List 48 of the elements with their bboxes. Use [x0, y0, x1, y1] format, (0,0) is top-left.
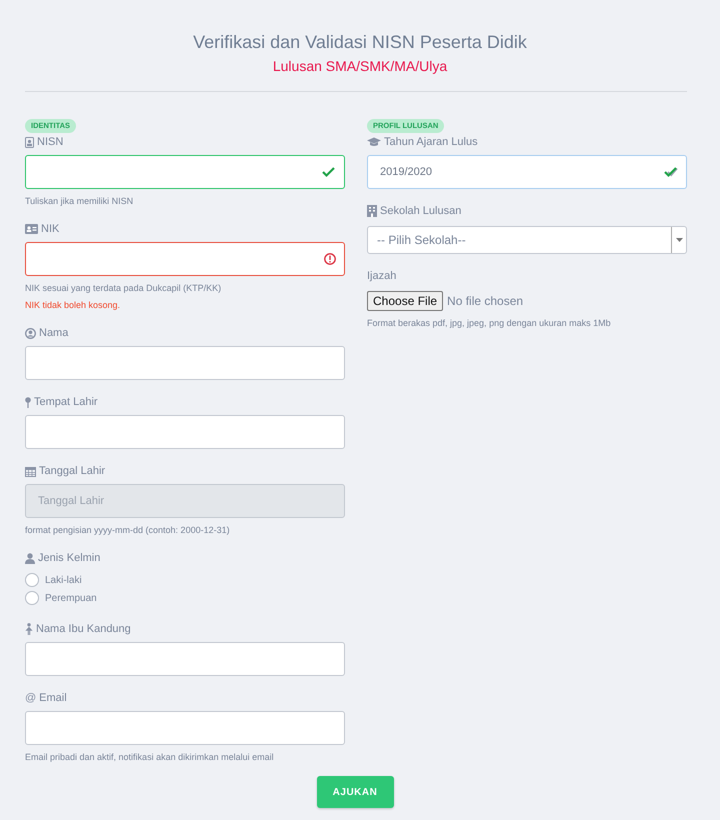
- help-text: format pengisian yyyy-mm-dd (contoh: 2000-12-31): [25, 524, 231, 536]
- help-text: NIK sesuai yang terdata pada Dukcapil (KTP/KK): [25, 282, 222, 294]
- pin-icon: [25, 396, 31, 408]
- input-field[interactable]: 2019/2020: [367, 155, 687, 189]
- page-subtitle: Lulusan SMA/SMK/MA/Ulya: [272, 57, 448, 75]
- graduation-cap-icon: [367, 137, 381, 147]
- field-label: Sekolah Lulusan: [380, 205, 462, 217]
- choose-file-button[interactable]: Choose File: [367, 291, 444, 311]
- female-figure-icon: [25, 623, 33, 635]
- input-field[interactable]: [25, 155, 345, 189]
- error-message: NIK tidak boleh kosong.: [25, 299, 122, 311]
- input-field[interactable]: [25, 346, 345, 380]
- input-field: Tanggal Lahir: [25, 484, 345, 518]
- radio-button[interactable]: [25, 591, 39, 605]
- input-field[interactable]: [25, 642, 345, 676]
- file-status: No file chosen: [447, 294, 524, 308]
- radio-label: Laki-laki: [45, 574, 82, 586]
- error-icon: [324, 253, 336, 265]
- field-label: Ijazah: [367, 270, 396, 282]
- building-icon: [367, 205, 377, 217]
- user-circle-icon: [25, 328, 36, 338]
- field-label: Jenis Kelmin: [38, 552, 100, 564]
- page-title: Verifikasi dan Validasi NISN Peserta Didik: [193, 31, 527, 53]
- help-text: Email pribadi dan aktif, notifikasi akan dikirimkan melalui email: [25, 751, 275, 763]
- check-icon: [664, 166, 678, 178]
- radio-label: Perempuan: [45, 592, 97, 604]
- input-field[interactable]: [25, 242, 345, 276]
- field-label: NISN: [37, 136, 64, 148]
- field-label: Tahun Ajaran Lulus: [384, 136, 478, 148]
- field-label: Nama: [39, 327, 68, 339]
- help-text: Format berakas pdf, jpg, jpeg, png dengan ukuran maks 1Mb: [367, 317, 612, 329]
- field-label: NIK: [41, 223, 60, 235]
- id-card-icon: [25, 224, 38, 234]
- school-dropdown[interactable]: -- Pilih Sekolah--: [367, 226, 687, 254]
- field-label: Email: [39, 692, 67, 704]
- at-icon: @: [25, 692, 36, 704]
- check-icon: [322, 166, 336, 178]
- field-label: Tanggal Lahir: [39, 465, 106, 477]
- input-field[interactable]: [25, 415, 345, 449]
- radio-button[interactable]: [25, 573, 39, 587]
- caret-icon: [676, 238, 682, 242]
- field-label: Tempat Lahir: [34, 396, 98, 408]
- input-field[interactable]: [25, 711, 345, 745]
- calendar-icon: [25, 466, 36, 476]
- id-badge-icon: [25, 136, 34, 148]
- user-icon: [25, 552, 35, 564]
- field-label: Nama Ibu Kandung: [36, 623, 131, 635]
- help-text: Tuliskan jika memiliki NISN: [25, 195, 134, 207]
